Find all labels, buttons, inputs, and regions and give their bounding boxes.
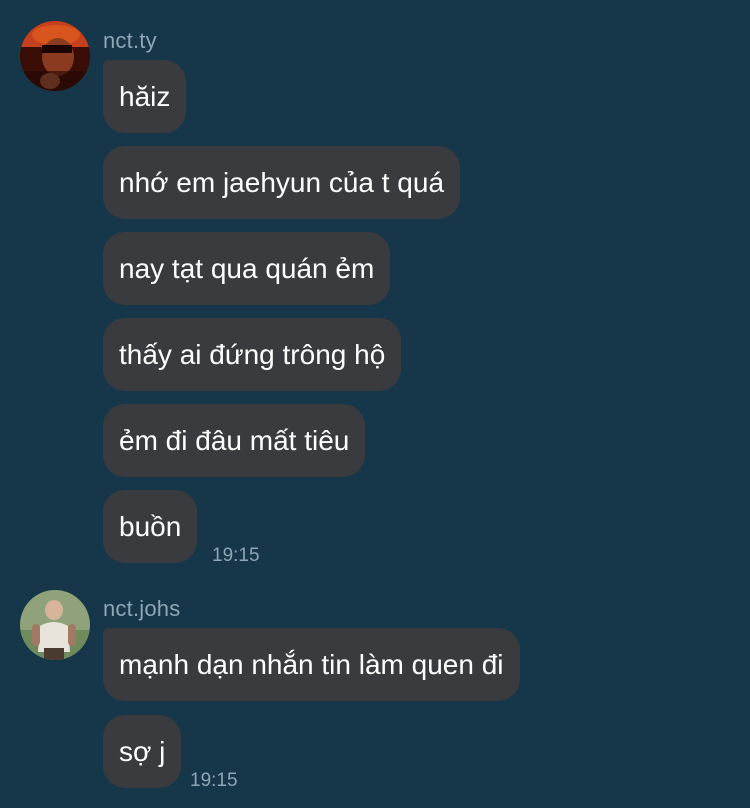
message-text: hăiz — [119, 80, 171, 112]
message-bubble[interactable]: nhớ em jaehyun của t quá — [103, 146, 461, 219]
message-text: thấy ai đứng trông hộ — [119, 338, 386, 370]
avatar-photo-icon — [20, 590, 90, 660]
avatar-nct-ty[interactable] — [20, 21, 90, 91]
message-text: nay tạt qua quán ẻm — [119, 252, 375, 284]
message-text: nhớ em jaehyun của t quá — [119, 166, 445, 198]
message-bubble[interactable]: nay tạt qua quán ẻm — [103, 232, 391, 305]
message-bubble[interactable]: thấy ai đứng trông hộ — [103, 318, 402, 391]
message-bubble[interactable]: sợ j — [103, 715, 182, 788]
message-text: ẻm đi đâu mất tiêu — [119, 424, 350, 456]
message-bubble[interactable]: buồn — [103, 490, 198, 563]
message-text: buồn — [119, 510, 182, 542]
avatar-photo-icon — [20, 21, 90, 91]
message-timestamp: 19:15 — [190, 770, 238, 791]
message-timestamp: 19:15 — [212, 545, 260, 566]
message-bubble[interactable]: hăiz — [103, 60, 187, 133]
sender-name: nct.ty — [103, 28, 157, 53]
message-text: mạnh dạn nhắn tin làm quen đi — [119, 648, 504, 680]
chat-thread: nct.ty hăiz nhớ em jaehyun của t quá nay… — [0, 0, 750, 808]
sender-name: nct.johs — [103, 596, 181, 621]
avatar-nct-johs[interactable] — [20, 590, 90, 660]
message-bubble[interactable]: mạnh dạn nhắn tin làm quen đi — [103, 628, 520, 701]
message-text: sợ j — [119, 735, 166, 767]
message-bubble[interactable]: ẻm đi đâu mất tiêu — [103, 404, 366, 477]
